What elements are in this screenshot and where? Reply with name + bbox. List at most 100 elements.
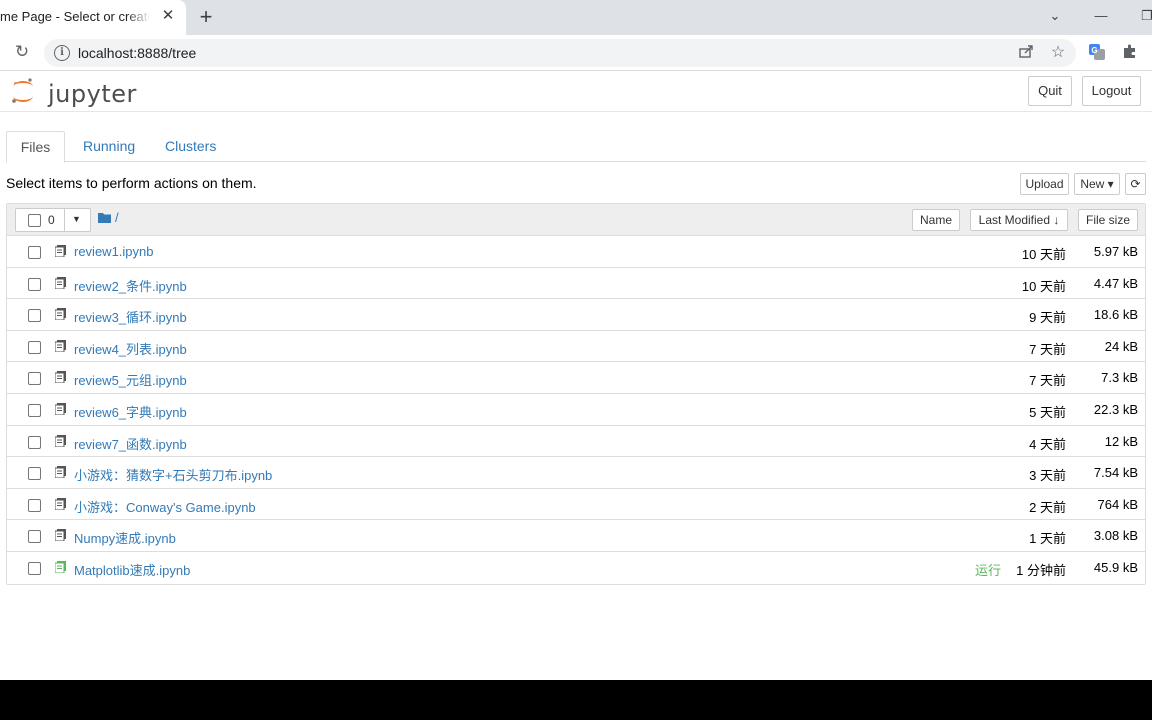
notebook-icon	[55, 339, 66, 352]
file-row[interactable]: 小游戏：猜数字+石头剪刀布.ipynb 3 天前 7.54 kB	[7, 457, 1145, 489]
file-last-modified: 1 分钟前	[1016, 562, 1066, 578]
file-last-modified: 2 天前	[1029, 499, 1066, 515]
file-name-link[interactable]: Matplotlib速成.ipynb	[74, 560, 190, 579]
row-checkbox[interactable]	[28, 403, 41, 417]
file-row[interactable]: review6_字典.ipynb 5 天前 22.3 kB	[7, 393, 1145, 426]
file-last-modified: 5 天前	[1029, 404, 1066, 420]
row-checkbox[interactable]	[28, 340, 41, 354]
notebook-icon	[55, 529, 66, 542]
row-checkbox[interactable]	[28, 309, 41, 323]
folder-icon[interactable]	[98, 211, 111, 226]
file-name-link[interactable]: Numpy速成.ipynb	[74, 528, 176, 547]
file-name-link[interactable]: 小游戏：猜数字+石头剪刀布.ipynb	[74, 465, 272, 484]
file-size: 7.54 kB	[1093, 465, 1138, 481]
new-tab-button[interactable]: +	[194, 4, 218, 30]
row-checkbox[interactable]	[28, 277, 41, 291]
file-last-modified: 10 天前	[1021, 247, 1066, 262]
notebook-icon	[55, 245, 66, 257]
browser-tab[interactable]: me Page - Select or create a notebook ✕	[0, 0, 186, 35]
jupyter-logo-icon	[12, 78, 33, 103]
chevron-down-icon[interactable]: ⌄	[1044, 6, 1066, 26]
refresh-icon: ⟳	[1130, 177, 1141, 191]
file-row[interactable]: review5_元组.ipynb 7 天前 7.3 kB	[7, 362, 1145, 394]
file-row[interactable]: review2_条件.ipynb 10 天前 4.47 kB	[7, 267, 1145, 300]
tab-files[interactable]: Files	[6, 131, 65, 163]
notebook-icon	[55, 402, 66, 415]
file-row[interactable]: review3_循环.ipynb 9 天前 18.6 kB	[7, 299, 1145, 331]
quit-button[interactable]: Quit	[1028, 76, 1072, 106]
row-checkbox[interactable]	[28, 246, 41, 259]
svg-text:G: G	[1091, 46, 1097, 55]
row-checkbox[interactable]	[28, 561, 41, 575]
breadcrumb[interactable]: /	[115, 210, 119, 225]
translate-icon[interactable]: G	[1087, 43, 1107, 63]
sort-last-modified-button[interactable]: Last Modified ↓	[970, 209, 1068, 231]
logout-button[interactable]: Logout	[1082, 76, 1141, 106]
info-icon[interactable]: i	[54, 45, 70, 61]
file-name-link[interactable]: review1.ipynb	[74, 244, 154, 259]
file-size: 45.9 kB	[1093, 559, 1138, 575]
notebook-icon	[55, 308, 66, 321]
selection-hint: Select items to perform actions on them.	[6, 175, 257, 191]
file-rows: review1.ipynb 10 天前 5.97 kB review2_条件.ipyn…	[7, 236, 1145, 584]
notebook-icon	[55, 497, 66, 510]
upload-button[interactable]: Upload	[1020, 173, 1069, 195]
file-name-link[interactable]: review5_元组.ipynb	[74, 370, 187, 389]
file-row[interactable]: Numpy速成.ipynb 1 天前 3.08 kB	[7, 520, 1145, 552]
row-checkbox[interactable]	[28, 467, 41, 481]
jupyter-logo[interactable]: jupyter	[10, 76, 136, 108]
row-checkbox[interactable]	[28, 372, 41, 386]
running-indicator: 运行	[974, 562, 1001, 578]
file-name-link[interactable]: review4_列表.ipynb	[74, 339, 187, 358]
file-size: 5.97 kB	[1093, 244, 1138, 259]
refresh-button[interactable]: ⟳	[1125, 173, 1146, 195]
select-all-checkbox[interactable]	[28, 214, 41, 227]
tab-clusters[interactable]: Clusters	[165, 131, 216, 162]
row-checkbox[interactable]	[28, 530, 41, 544]
notebook-icon	[55, 276, 66, 289]
select-all-control[interactable]: 0 ▼	[15, 208, 91, 232]
notebook-icon	[55, 434, 66, 447]
file-size: 3.08 kB	[1093, 528, 1138, 544]
file-size: 4.47 kB	[1093, 275, 1138, 291]
tab-running[interactable]: Running	[83, 131, 135, 162]
file-name-link[interactable]: review7_函数.ipynb	[74, 434, 187, 453]
file-name-link[interactable]: 小游戏：Conway's Game.ipynb	[74, 497, 256, 516]
file-row[interactable]: 小游戏：Conway's Game.ipynb 2 天前 764 kB	[7, 488, 1145, 521]
file-row[interactable]: Matplotlib速成.ipynb 运行 1 分钟前 45.9 kB	[7, 551, 1145, 584]
file-name-link[interactable]: review6_字典.ipynb	[74, 402, 187, 421]
caret-down-icon[interactable]: ▼	[72, 214, 81, 224]
file-last-modified: 4 天前	[1029, 436, 1066, 452]
minimize-icon[interactable]: —	[1090, 6, 1112, 26]
restore-icon[interactable]: ❐	[1136, 6, 1152, 26]
puzzle-icon[interactable]	[1120, 43, 1140, 63]
logo-text: jupyter	[48, 80, 137, 108]
file-size: 12 kB	[1104, 433, 1138, 449]
file-last-modified: 1 天前	[1029, 531, 1066, 547]
file-last-modified: 10 天前	[1021, 278, 1066, 294]
close-icon[interactable]: ✕	[158, 6, 178, 26]
star-icon[interactable]: ☆	[1048, 43, 1068, 63]
row-checkbox[interactable]	[28, 435, 41, 449]
share-icon[interactable]	[1016, 43, 1036, 63]
browser-toolbar: ↻ i localhost:8888/tree ☆ G	[0, 35, 1152, 71]
file-last-modified: 3 天前	[1029, 468, 1066, 484]
new-dropdown-button[interactable]: New ▾	[1074, 173, 1120, 195]
file-size: 18.6 kB	[1093, 307, 1138, 323]
sort-name-button[interactable]: Name	[912, 209, 960, 231]
address-bar[interactable]: i localhost:8888/tree ☆	[44, 39, 1076, 67]
file-row[interactable]: review1.ipynb 10 天前 5.97 kB	[7, 236, 1145, 268]
file-name-link[interactable]: review3_循环.ipynb	[74, 307, 187, 326]
url-text[interactable]: localhost:8888/tree	[78, 45, 196, 61]
nav-tabs: Files Running Clusters	[6, 131, 1146, 163]
sort-file-size-button[interactable]: File size	[1078, 209, 1138, 231]
file-size: 24 kB	[1104, 338, 1138, 354]
row-checkbox[interactable]	[28, 498, 41, 512]
taskbar	[0, 680, 1152, 720]
reload-icon[interactable]: ↻	[12, 42, 32, 62]
file-row[interactable]: review4_列表.ipynb 7 天前 24 kB	[7, 330, 1145, 363]
browser-tabstrip: me Page - Select or create a notebook ✕ …	[0, 0, 1152, 35]
file-name-link[interactable]: review2_条件.ipynb	[74, 276, 187, 295]
file-size: 764 kB	[1097, 496, 1138, 512]
file-row[interactable]: review7_函数.ipynb 4 天前 12 kB	[7, 425, 1145, 458]
